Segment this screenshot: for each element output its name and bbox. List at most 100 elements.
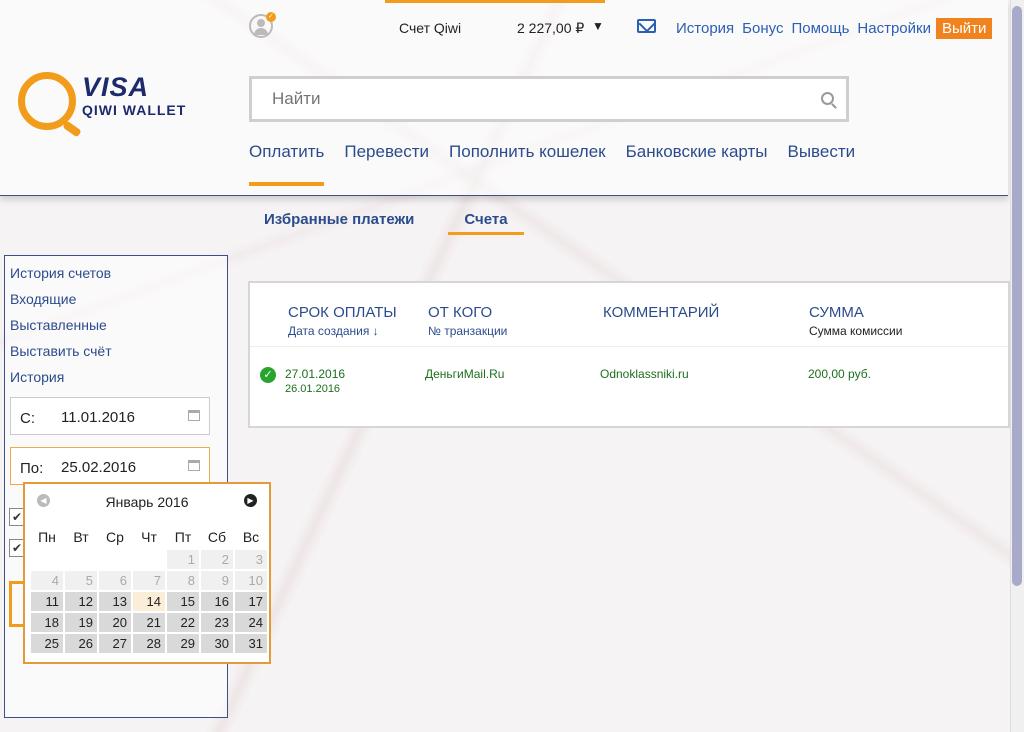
nav-bank-cards[interactable]: Банковские карты	[626, 142, 768, 162]
nav-withdraw[interactable]: Вывести	[787, 142, 855, 162]
date-from-field[interactable]: С: 11.01.2016	[10, 397, 210, 435]
calendar-day[interactable]: 24	[235, 613, 267, 632]
calendar-day[interactable]: 17	[235, 592, 267, 611]
calendar-empty-cell	[99, 550, 131, 569]
calendar-day[interactable]: 11	[31, 592, 63, 611]
top-links: История Бонус Помощь Настройки	[676, 20, 931, 37]
sub-tabs: Избранные платежи Счета	[264, 211, 524, 235]
row-created-date: 26.01.2016	[285, 383, 341, 395]
main-nav: Оплатить Перевести Пополнить кошелек Бан…	[249, 142, 855, 186]
invoices-table: СРОК ОПЛАТЫ Дата создания ↓ ОТ КОГО № тр…	[248, 281, 1010, 428]
header-divider	[250, 346, 1008, 347]
calendar-day: 7	[133, 571, 165, 590]
datepicker-grid: Пн Вт Ср Чт Пт Сб Вс 1 2 3 4 5 6 7 8 9 10 11 12 13 14 15 16 17…	[29, 524, 269, 655]
calendar-day[interactable]: 27	[99, 634, 131, 653]
top-header: VISA QIWI WALLET ✓ Счет Qiwi 2 227,00 ₽ …	[0, 0, 1008, 196]
nav-pay[interactable]: Оплатить	[249, 142, 325, 186]
calendar-day: 2	[201, 550, 233, 569]
balance-value[interactable]: 2 227,00 ₽	[517, 20, 584, 37]
link-bonus[interactable]: Бонус	[742, 20, 783, 37]
column-header-comment: КОММЕНТАРИЙ	[603, 304, 720, 321]
weekday-header: Вт	[73, 529, 89, 545]
weekday-header: Ср	[106, 529, 124, 545]
calendar-day[interactable]: 25	[31, 634, 63, 653]
link-history[interactable]: История	[676, 20, 734, 37]
calendar-day[interactable]: 28	[133, 634, 165, 653]
paid-status-icon: ✓	[260, 367, 276, 383]
calendar-day: 3	[235, 550, 267, 569]
calendar-day: 5	[65, 571, 97, 590]
calendar-day[interactable]: 16	[201, 592, 233, 611]
search-box	[249, 76, 849, 122]
row-comment: Odnoklassniki.ru	[600, 367, 689, 381]
column-header-amount: СУММА	[809, 304, 864, 321]
calendar-icon[interactable]	[188, 460, 200, 471]
calendar-day[interactable]: 14	[133, 592, 165, 611]
calendar-icon[interactable]	[188, 410, 200, 421]
calendar-day: 4	[31, 571, 63, 590]
calendar-day[interactable]: 29	[167, 634, 199, 653]
sidebar-item-incoming[interactable]: Входящие	[10, 286, 112, 312]
datepicker-popup: ◀ Январь 2016 ▶ Пн Вт Ср Чт Пт Сб Вс 123456789…	[23, 482, 271, 664]
sidebar-item-history[interactable]: История	[10, 364, 112, 390]
row-amount: 200,00 руб.	[808, 367, 871, 381]
sidebar-item-issued[interactable]: Выставленные	[10, 312, 112, 338]
row-from: ДеньгиMail.Ru	[425, 367, 505, 381]
mail-icon[interactable]	[637, 19, 656, 33]
column-subheader-transaction: № транзакции	[428, 324, 508, 338]
calendar-day[interactable]: 13	[99, 592, 131, 611]
calendar-day: 10	[235, 571, 267, 590]
nav-transfer[interactable]: Перевести	[344, 142, 429, 162]
scrollbar-thumb[interactable]	[1012, 6, 1022, 586]
logo-visa-text: VISA	[82, 72, 150, 102]
calendar-day[interactable]: 12	[65, 592, 97, 611]
weekday-header: Чт	[141, 529, 157, 545]
column-header-due-date[interactable]: СРОК ОПЛАТЫ	[288, 304, 397, 321]
account-label[interactable]: Счет Qiwi	[399, 20, 461, 36]
link-settings[interactable]: Настройки	[857, 20, 931, 37]
verified-check-icon: ✓	[266, 12, 276, 22]
calendar-day[interactable]: 31	[235, 634, 267, 653]
calendar-day[interactable]: 22	[167, 613, 199, 632]
calendar-day: 6	[99, 571, 131, 590]
page-scrollbar[interactable]	[1010, 0, 1024, 732]
weekday-header: Пн	[38, 529, 56, 545]
logo-wallet-text: QIWI WALLET	[82, 102, 187, 118]
next-month-icon[interactable]: ▶	[244, 494, 257, 507]
user-avatar-icon[interactable]: ✓	[249, 12, 276, 38]
logout-button[interactable]: Выйти	[936, 18, 993, 39]
calendar-day[interactable]: 21	[133, 613, 165, 632]
date-to-field[interactable]: По: 25.02.2016	[10, 447, 210, 485]
balance-dropdown-icon[interactable]: ▼	[592, 19, 604, 33]
weekday-header: Сб	[207, 529, 227, 545]
date-to-value[interactable]: 25.02.2016	[61, 459, 136, 476]
tab-invoices[interactable]: Счета	[448, 211, 524, 235]
calendar-day[interactable]: 18	[31, 613, 63, 632]
qiwi-q-mark-icon	[18, 72, 76, 130]
sidebar-item-issue-invoice[interactable]: Выставить счёт	[10, 338, 112, 364]
calendar-day: 9	[201, 571, 233, 590]
calendar-day[interactable]: 20	[99, 613, 131, 632]
calendar-day[interactable]: 26	[65, 634, 97, 653]
weekday-header: Пт	[174, 529, 192, 545]
date-from-value[interactable]: 11.01.2016	[61, 409, 135, 426]
nav-topup[interactable]: Пополнить кошелек	[449, 142, 606, 162]
calendar-empty-cell	[133, 550, 165, 569]
sidebar-menu: История счетов Входящие Выставленные Выс…	[10, 260, 112, 390]
calendar-empty-cell	[65, 550, 97, 569]
sidebar-item-invoice-history[interactable]: История счетов	[10, 260, 112, 286]
tab-favorite-payments[interactable]: Избранные платежи	[264, 211, 414, 228]
calendar-day[interactable]: 19	[65, 613, 97, 632]
column-header-from: ОТ КОГО	[428, 304, 493, 321]
search-icon[interactable]	[821, 92, 834, 105]
calendar-day[interactable]: 15	[167, 592, 199, 611]
account-accent-line	[385, 0, 605, 3]
search-input[interactable]	[272, 79, 812, 119]
link-help[interactable]: Помощь	[791, 20, 849, 37]
calendar-empty-cell	[31, 550, 63, 569]
column-subheader-created-date[interactable]: Дата создания ↓	[288, 324, 379, 338]
qiwi-logo[interactable]: VISA QIWI WALLET	[18, 68, 188, 132]
calendar-day[interactable]: 30	[201, 634, 233, 653]
calendar-day: 8	[167, 571, 199, 590]
calendar-day[interactable]: 23	[201, 613, 233, 632]
